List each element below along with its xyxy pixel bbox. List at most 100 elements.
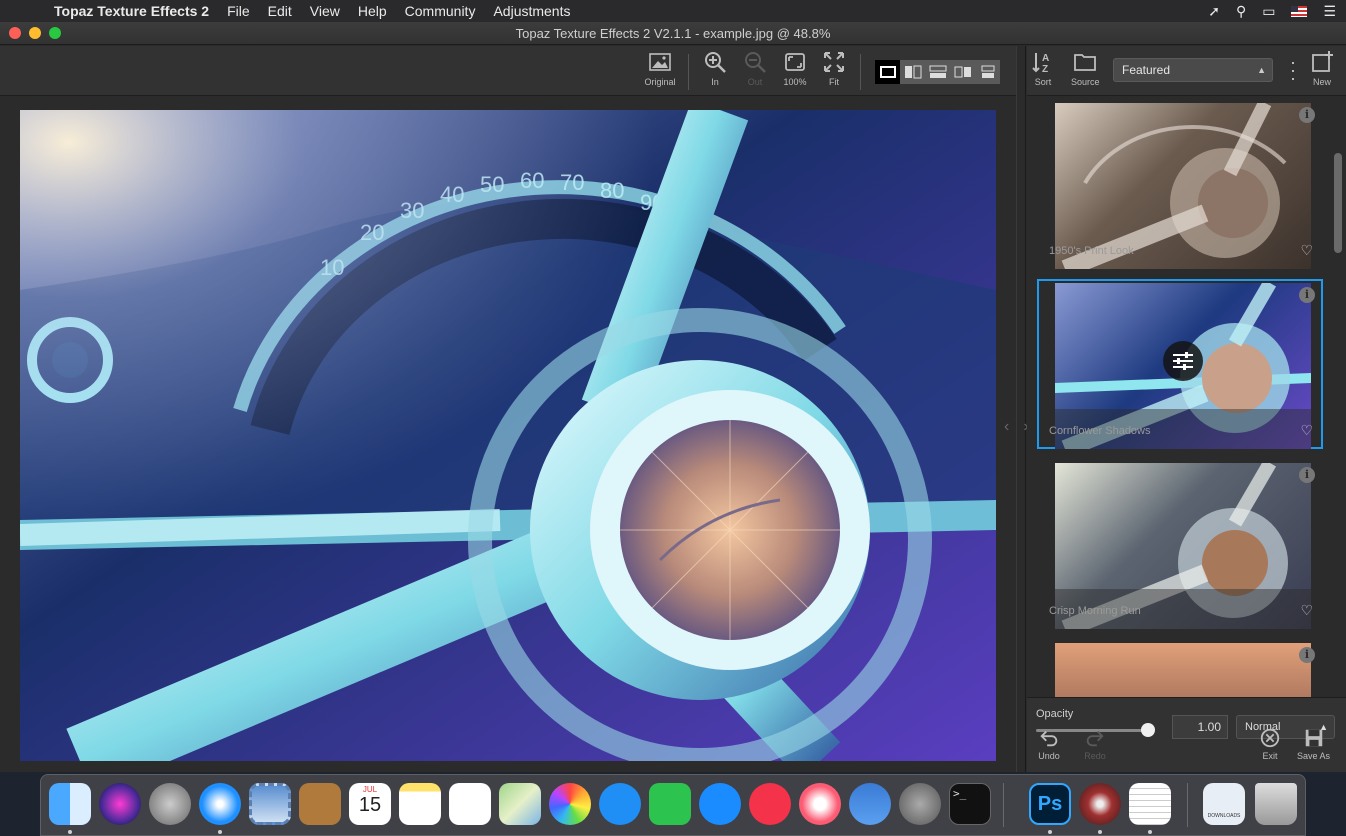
preset-item[interactable]: i 1950's Print Look ♡ (1037, 99, 1323, 269)
siri-icon[interactable] (99, 783, 141, 825)
calendar-icon[interactable]: JUL 15 (349, 783, 391, 825)
opacity-label: Opacity (1036, 708, 1074, 720)
menu-view[interactable]: View (310, 3, 340, 19)
svg-text:A: A (1042, 53, 1049, 64)
menu-file[interactable]: File (227, 3, 250, 19)
calendar-day: 15 (358, 794, 382, 816)
preset-item-selected[interactable]: i Cornflower Shadows ♡ (1037, 279, 1323, 449)
zoom-out-label: Out (747, 77, 763, 87)
preset-name: Cornflower Shadows (1049, 425, 1151, 437)
app-store-icon[interactable] (699, 783, 741, 825)
opacity-input[interactable]: 1.00 (1172, 715, 1228, 739)
preset-item[interactable]: i Crisp Morning Run ♡ (1037, 459, 1323, 629)
undo-button[interactable]: Undo (1038, 727, 1060, 761)
split-horizontal-view-button[interactable] (925, 60, 950, 84)
safari-icon[interactable] (199, 783, 241, 825)
cursor-status-icon[interactable]: ➚ (1208, 3, 1220, 20)
heart-icon[interactable]: ♡ (1300, 602, 1313, 619)
more-options-icon[interactable]: · · · (1288, 53, 1298, 87)
side-by-side-view-button[interactable] (950, 60, 975, 84)
notes-icon[interactable] (399, 783, 441, 825)
save-icon (1305, 729, 1322, 747)
preset-name: 1950's Print Look (1049, 245, 1134, 257)
photoshop-icon[interactable]: Ps (1029, 783, 1071, 825)
info-icon[interactable]: i (1299, 647, 1315, 663)
redo-button[interactable]: Redo (1084, 727, 1106, 761)
menu-adjustments[interactable]: Adjustments (493, 3, 570, 19)
maps-icon[interactable] (499, 783, 541, 825)
finder-icon[interactable] (49, 783, 91, 825)
app-window: Topaz Texture Effects 2 V2.1.1 - example… (0, 22, 1346, 772)
menu-app-name[interactable]: Topaz Texture Effects 2 (54, 3, 209, 19)
heart-icon[interactable]: ♡ (1300, 242, 1313, 259)
facetime-icon[interactable] (649, 783, 691, 825)
new-label: New (1312, 77, 1331, 87)
preset-filter-select[interactable]: Featured ▲ (1113, 58, 1273, 82)
topaz-icon[interactable] (1079, 783, 1121, 825)
reminders-icon[interactable] (449, 783, 491, 825)
trash-icon[interactable] (1255, 783, 1297, 825)
edited-photo[interactable]: 102030 405060 708090 (20, 110, 996, 761)
toolbar-divider (688, 54, 689, 90)
original-button[interactable]: Original (640, 50, 680, 94)
canvas-area[interactable]: 102030 405060 708090 (0, 97, 1026, 772)
adjust-preset-button[interactable] (1163, 341, 1203, 381)
menu-help[interactable]: Help (358, 3, 387, 19)
opacity-slider-handle[interactable] (1141, 723, 1155, 737)
preset-item[interactable]: i (1037, 639, 1323, 697)
info-icon[interactable]: i (1299, 287, 1315, 303)
save-as-button[interactable]: Save As (1297, 727, 1330, 761)
menu-community[interactable]: Community (405, 3, 476, 19)
scrollbar-thumb[interactable] (1334, 153, 1342, 253)
presets-panel: AZ Sort Source Featured ▲ · · · New i 19… (1027, 46, 1346, 772)
menu-list-icon[interactable]: ☰ (1323, 3, 1336, 20)
flag-icon[interactable] (1291, 5, 1308, 17)
spotlight-search-icon[interactable]: ⚲ (1236, 3, 1246, 20)
single-view-button[interactable] (875, 60, 900, 84)
presets-scrollbar[interactable] (1334, 153, 1342, 697)
close-window-button[interactable] (9, 27, 21, 39)
original-label: Original (644, 77, 676, 87)
launchpad-icon[interactable] (149, 783, 191, 825)
sort-button[interactable]: AZ Sort (1031, 50, 1055, 87)
heart-icon[interactable]: ♡ (1300, 422, 1313, 439)
textedit-icon[interactable] (1129, 783, 1171, 825)
exit-button[interactable]: Exit (1259, 727, 1281, 761)
messages-icon[interactable] (599, 783, 641, 825)
affinity-icon[interactable] (849, 783, 891, 825)
dock: JUL 15 >_ Ps DOWNLOADS (40, 774, 1306, 836)
contacts-icon[interactable] (299, 783, 341, 825)
source-button[interactable]: Source (1071, 50, 1100, 87)
preset-name: Crisp Morning Run (1049, 605, 1141, 617)
source-label: Source (1071, 77, 1100, 87)
panel-splitter[interactable] (1016, 46, 1026, 772)
display-icon[interactable]: ▭ (1262, 3, 1275, 20)
photos-icon[interactable] (549, 783, 591, 825)
collapse-toggle[interactable]: ‹ › (1004, 418, 1029, 436)
info-icon[interactable]: i (1299, 107, 1315, 123)
minimize-window-button[interactable] (29, 27, 41, 39)
music-icon[interactable] (799, 783, 841, 825)
split-vertical-view-button[interactable] (900, 60, 925, 84)
zoom-out-button[interactable]: Out (735, 50, 775, 94)
downloads-label: DOWNLOADS (1207, 813, 1241, 819)
toolbar-divider (860, 54, 861, 90)
menu-edit[interactable]: Edit (268, 3, 292, 19)
new-preset-button[interactable]: New (1310, 50, 1334, 87)
info-icon[interactable]: i (1299, 467, 1315, 483)
terminal-icon[interactable]: >_ (949, 783, 991, 825)
close-circle-icon (1260, 728, 1280, 748)
chevron-left-icon: ‹ (1004, 418, 1010, 435)
redo-icon (1086, 730, 1104, 747)
news-icon[interactable] (749, 783, 791, 825)
fit-button[interactable]: Fit (814, 50, 854, 94)
maximize-window-button[interactable] (49, 27, 61, 39)
presets-toolbar: AZ Sort Source Featured ▲ · · · New (1027, 46, 1346, 96)
canvas-toolbar: Original In Out 100% Fit (0, 46, 1026, 96)
zoom-in-button[interactable]: In (695, 50, 735, 94)
mail-icon[interactable] (249, 783, 291, 825)
stacked-view-button[interactable] (975, 60, 1000, 84)
system-preferences-icon[interactable] (899, 783, 941, 825)
zoom-100-button[interactable]: 100% (775, 50, 815, 94)
downloads-stack-icon[interactable]: DOWNLOADS (1203, 783, 1245, 825)
